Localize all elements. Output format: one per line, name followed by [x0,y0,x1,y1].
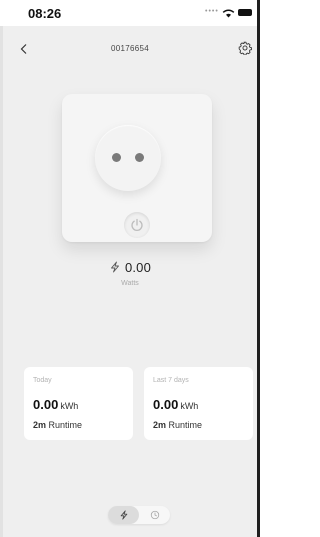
status-time: 08:26 [28,6,62,21]
gear-icon [238,41,252,56]
tab-power[interactable] [108,506,139,524]
status-bar: 08:26 •••• [0,0,260,26]
chevron-left-icon [20,44,27,54]
stat-card-last-7-days: Last 7 days 0.00 kWh 2m Runtime [144,367,253,440]
battery-icon [238,9,252,16]
stat-value: 0.00 kWh [33,397,78,412]
watts-unit: Watts [121,280,139,287]
watts-value: 0.00 [124,259,152,275]
stat-unit: kWh [60,401,79,411]
socket-hole-right [135,153,144,162]
clock-icon [150,510,159,520]
tab-history[interactable] [139,506,170,524]
stat-runtime: 2m Runtime [33,420,82,430]
runtime-label: Runtime [168,420,203,430]
runtime-label: Runtime [48,420,83,430]
stat-unit: kWh [180,401,199,411]
stat-card-today: Today 0.00 kWh 2m Runtime [24,367,133,440]
stat-number: 0.00 [153,397,179,412]
runtime-value: 2m [33,420,47,430]
socket-image [95,125,161,191]
settings-button[interactable] [238,41,252,60]
stat-label: Last 7 days [153,377,189,384]
lightning-icon [120,510,127,520]
back-button[interactable] [18,40,38,60]
socket-hole-left [112,153,121,162]
signal-icon: •••• [205,8,219,15]
app-screen: 08:26 •••• 00176654 0.00 Watts Today 0.0… [0,0,260,537]
stat-value: 0.00 kWh [153,397,198,412]
power-toggle-button[interactable] [124,212,150,238]
stat-label: Today [33,377,52,384]
power-reading: 0.00 [80,258,180,276]
device-title: 00176654 [111,44,149,53]
lightning-icon [110,261,119,273]
wifi-icon [222,5,235,23]
power-icon [131,218,143,231]
stat-number: 0.00 [33,397,59,412]
view-switcher [108,506,170,524]
stat-runtime: 2m Runtime [153,420,202,430]
runtime-value: 2m [153,420,167,430]
